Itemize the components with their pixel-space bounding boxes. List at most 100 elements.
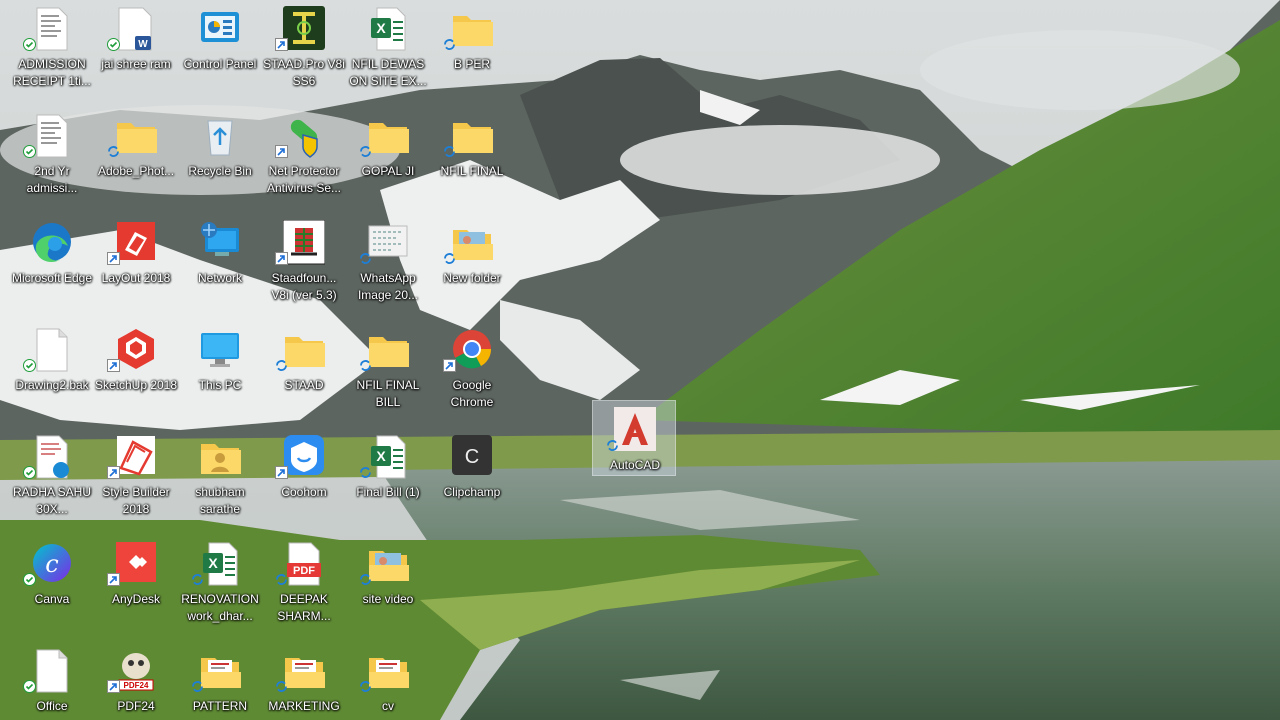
desktop-icon-anydesk[interactable]: AnyDesk — [94, 535, 178, 642]
desktop-icon-drawing2[interactable]: Drawing2.bak — [10, 321, 94, 428]
folder-user-icon — [199, 434, 241, 480]
desktop-icon-deepak[interactable]: PDF DEEPAK SHARM... — [262, 535, 346, 642]
desktop-icon-label: Drawing2.bak — [15, 378, 89, 392]
coohom-icon — [283, 434, 325, 480]
svg-text:X: X — [376, 20, 386, 36]
shortcut-badge-icon — [107, 466, 120, 479]
sync-badge-icon — [359, 573, 372, 586]
sync-badge-icon — [359, 359, 372, 372]
sync-ok-badge-icon — [23, 359, 36, 372]
desktop-icon-pattern[interactable]: PATTERN — [178, 642, 262, 720]
desktop-icon-label: NFIL FINAL — [440, 164, 504, 178]
desktop-icon-admission-receipt[interactable]: ADMISSION RECEIPT 1ti... — [10, 0, 94, 107]
desktop-icon-gopal-ji[interactable]: GOPAL JI — [346, 107, 430, 214]
desktop-icon-radha-sahu[interactable]: RADHA SAHU 30X... — [10, 428, 94, 535]
folder-icon — [451, 6, 493, 52]
desktop-icon-pdf24[interactable]: PDF24 PDF24 — [94, 642, 178, 720]
desktop-icon-autocad[interactable]: AutoCAD — [592, 400, 676, 476]
desktop-icon-net-protector[interactable]: Net Protector Antivirus Se... — [262, 107, 346, 214]
svg-text:PDF24: PDF24 — [124, 681, 149, 690]
desktop-icon-staad-foundation[interactable]: Staadfoun... V8i (ver 5.3) — [262, 214, 346, 321]
desktop-icon-this-pc[interactable]: This PC — [178, 321, 262, 428]
svg-text:W: W — [138, 39, 148, 50]
desktop-icon-control-panel[interactable]: Control Panel — [178, 0, 262, 107]
desktop-icon-shubham[interactable]: shubham sarathe — [178, 428, 262, 535]
word-doc-icon: W — [115, 6, 157, 52]
desktop-icon-2nd-yr[interactable]: 2nd Yr admissi... — [10, 107, 94, 214]
desktop-icon-b-per[interactable]: B PER — [430, 0, 514, 107]
edge-doc-icon — [31, 434, 73, 480]
desktop-icon-label: Clipchamp — [443, 485, 501, 499]
desktop-icon-label: Style Builder 2018 — [102, 485, 170, 516]
folder-doc-icon — [367, 648, 409, 694]
desktop-icon-nfil-final[interactable]: NFIL FINAL — [430, 107, 514, 214]
control-panel-icon — [199, 6, 241, 52]
sync-badge-icon — [443, 252, 456, 265]
shortcut-badge-icon — [107, 680, 120, 693]
desktop-icon-label: B PER — [453, 57, 490, 71]
desktop-icon-style-builder[interactable]: Style Builder 2018 — [94, 428, 178, 535]
desktop-icon-sketchup[interactable]: SketchUp 2018 — [94, 321, 178, 428]
sync-badge-icon — [359, 145, 372, 158]
desktop-icon-final-bill[interactable]: X Final Bill (1) — [346, 428, 430, 535]
desktop-icon-staad-folder[interactable]: STAAD — [262, 321, 346, 428]
desktop-icon-label: Coohom — [281, 485, 327, 499]
recycle-icon — [199, 113, 241, 159]
layout-icon — [115, 220, 157, 266]
desktop-icon-label: 2nd Yr admissi... — [26, 164, 78, 195]
sync-ok-badge-icon — [107, 38, 120, 51]
shortcut-badge-icon — [275, 466, 288, 479]
desktop-icon-label: This PC — [198, 378, 242, 392]
desktop-icon-label: STAAD — [284, 378, 324, 392]
sync-badge-icon — [191, 573, 204, 586]
desktop-icon-label: Office — [36, 699, 68, 713]
desktop-icon-canva[interactable]: c Canva — [10, 535, 94, 642]
folder-img-icon — [451, 220, 493, 266]
desktop-icon-cv[interactable]: cv — [346, 642, 430, 720]
desktop-icon-jai-shree-ram[interactable]: Wjai shree ram — [94, 0, 178, 107]
autocad-icon — [614, 407, 656, 453]
folder-icon — [367, 113, 409, 159]
sync-badge-icon — [275, 680, 288, 693]
stylebuilder-icon — [115, 434, 157, 480]
folder-img-icon — [367, 541, 409, 587]
sync-badge-icon — [359, 252, 372, 265]
desktop-icon-label: Final Bill (1) — [356, 485, 420, 499]
desktop-icon-label: PDF24 — [117, 699, 155, 713]
desktop-icon-nfil-final-bill[interactable]: NFIL FINAL BILL — [346, 321, 430, 428]
desktop-icon-label: WhatsApp Image 20... — [357, 271, 419, 302]
doc-form-icon — [31, 113, 73, 159]
desktop-icon-layout-2018[interactable]: LayOut 2018 — [94, 214, 178, 321]
desktop-icon-google-chrome[interactable]: Google Chrome — [430, 321, 514, 428]
desktop-icon-site-video[interactable]: site video — [346, 535, 430, 642]
desktop-icon-label: AnyDesk — [111, 592, 161, 606]
sync-ok-badge-icon — [23, 680, 36, 693]
svg-text:C: C — [465, 446, 479, 468]
desktop-icon-marketing[interactable]: MARKETING — [262, 642, 346, 720]
desktop-icon-staad-pro[interactable]: STAAD.Pro V8i SS6 — [262, 0, 346, 107]
desktop-icon-coohom[interactable]: Coohom — [262, 428, 346, 535]
desktop-icon-label: Staadfoun... V8i (ver 5.3) — [271, 271, 337, 302]
desktop-icon-label: PATTERN — [192, 699, 248, 713]
desktop-icon-label: Control Panel — [183, 57, 257, 71]
antivirus-icon — [283, 113, 325, 159]
desktop-icon-clipchamp[interactable]: C Clipchamp — [430, 428, 514, 535]
svg-text:PDF: PDF — [293, 565, 315, 577]
folder-icon — [283, 327, 325, 373]
network-icon — [199, 220, 241, 266]
desktop-icon-ms-edge[interactable]: Microsoft Edge — [10, 214, 94, 321]
desktop-icon-nfil-dewas[interactable]: X NFIL DEWAS ON SITE EX... — [346, 0, 430, 107]
desktop-icon-renovation[interactable]: X RENOVATION work_dhar... — [178, 535, 262, 642]
desktop-icon-recycle-bin[interactable]: Recycle Bin — [178, 107, 262, 214]
excel-icon: X — [367, 434, 409, 480]
desktop-icon-adobe-photo[interactable]: Adobe_Phot... — [94, 107, 178, 214]
desktop-icon-label: Microsoft Edge — [11, 271, 93, 285]
desktop-icon-office[interactable]: Office — [10, 642, 94, 720]
desktop-icon-whatsapp-image[interactable]: WhatsApp Image 20... — [346, 214, 430, 321]
desktop-icon-label: Net Protector Antivirus Se... — [266, 164, 342, 195]
shortcut-badge-icon — [443, 359, 456, 372]
desktop-icon-network[interactable]: Network — [178, 214, 262, 321]
desktop-icon-label: NFIL FINAL BILL — [356, 378, 420, 409]
desktop-icon-new-folder[interactable]: New folder — [430, 214, 514, 321]
folder-icon — [367, 327, 409, 373]
